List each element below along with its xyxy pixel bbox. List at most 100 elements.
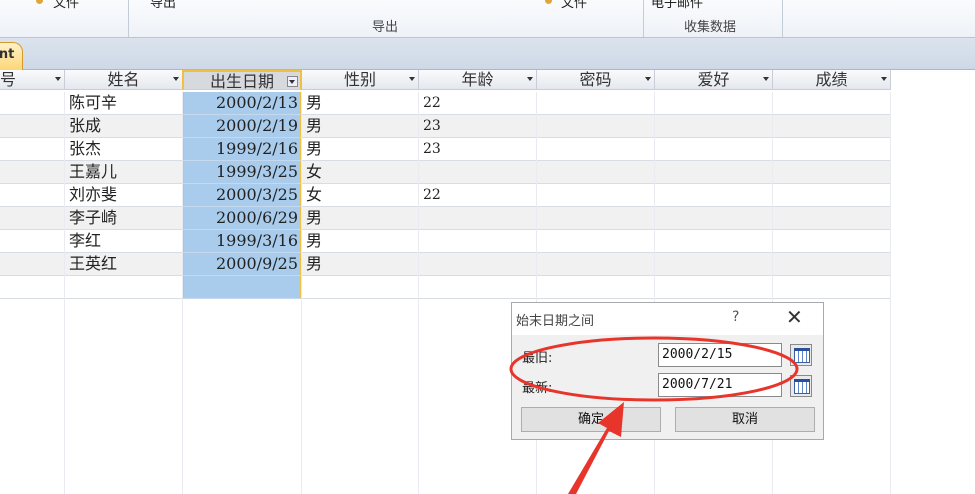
cell-score[interactable]	[773, 230, 891, 253]
cell-name[interactable]: 王英红	[65, 253, 183, 276]
chevron-down-icon[interactable]	[881, 77, 887, 81]
chevron-down-icon[interactable]	[173, 77, 179, 81]
column-header-name[interactable]: 姓名	[65, 70, 183, 90]
cell-id[interactable]	[0, 253, 65, 276]
cell-password[interactable]	[537, 253, 655, 276]
cell-password[interactable]	[537, 138, 655, 161]
cell-birthdate[interactable]	[182, 276, 302, 299]
cell-score[interactable]	[773, 92, 891, 115]
oldest-date-input[interactable]: 2000/2/15	[658, 343, 782, 367]
table-row[interactable]: 张杰 1999/2/16 男 23	[0, 138, 892, 161]
cell-hobby[interactable]	[655, 92, 773, 115]
cell-id[interactable]	[0, 92, 65, 115]
cell-age[interactable]: 22	[419, 184, 537, 207]
cell-id[interactable]	[0, 161, 65, 184]
cell-score[interactable]	[773, 207, 891, 230]
column-header-id[interactable]: 号	[0, 70, 65, 90]
cell-id[interactable]	[0, 207, 65, 230]
ok-button[interactable]: 确定	[521, 407, 661, 432]
cell-age[interactable]: 22	[419, 92, 537, 115]
table-row[interactable]: 李红 1999/3/16 男	[0, 230, 892, 253]
chevron-down-icon[interactable]	[527, 77, 533, 81]
close-icon[interactable]: ✕	[786, 306, 803, 328]
column-header-hobby[interactable]: 爱好	[655, 70, 773, 90]
chevron-down-icon[interactable]	[645, 77, 651, 81]
chevron-down-icon[interactable]	[409, 77, 415, 81]
cell-birthdate[interactable]: 1999/3/16	[182, 230, 302, 253]
cell-id[interactable]	[0, 230, 65, 253]
cell-id[interactable]	[0, 138, 65, 161]
chevron-down-icon[interactable]	[55, 77, 61, 81]
cell-age[interactable]	[419, 207, 537, 230]
cell-hobby[interactable]	[655, 207, 773, 230]
cell-name[interactable]: 刘亦斐	[65, 184, 183, 207]
cell-gender[interactable]: 男	[302, 253, 419, 276]
cell-birthdate[interactable]: 1999/2/16	[182, 138, 302, 161]
cell-password[interactable]	[537, 207, 655, 230]
cell-birthdate[interactable]: 2000/9/25	[182, 253, 302, 276]
cell-hobby[interactable]	[655, 115, 773, 138]
cell-hobby[interactable]	[655, 184, 773, 207]
table-row[interactable]: 张成 2000/2/19 男 23	[0, 115, 892, 138]
cell-password[interactable]	[537, 230, 655, 253]
table-row[interactable]: 陈可辛 2000/2/13 男 22	[0, 92, 892, 115]
cell-password[interactable]	[537, 92, 655, 115]
cell-hobby[interactable]	[655, 276, 773, 299]
cell-gender[interactable]: 男	[302, 138, 419, 161]
cell-hobby[interactable]	[655, 253, 773, 276]
cell-birthdate[interactable]: 1999/3/25	[182, 161, 302, 184]
cell-birthdate[interactable]: 2000/3/25	[182, 184, 302, 207]
cell-birthdate[interactable]: 2000/6/29	[182, 207, 302, 230]
cell-gender[interactable]: 男	[302, 92, 419, 115]
ribbon-email-item[interactable]: 电子邮件	[651, 0, 703, 11]
new-record-row[interactable]	[0, 276, 892, 299]
cell-age[interactable]	[419, 276, 537, 299]
dialog-title-bar[interactable]: 始末日期之间 ? ✕	[512, 303, 823, 335]
cell-password[interactable]	[537, 276, 655, 299]
cell-name[interactable]: 张成	[65, 115, 183, 138]
cell-gender[interactable]: 男	[302, 230, 419, 253]
cell-gender[interactable]	[302, 276, 419, 299]
cell-hobby[interactable]	[655, 161, 773, 184]
cell-name[interactable]	[65, 276, 183, 299]
cell-id[interactable]	[0, 115, 65, 138]
column-header-birthdate[interactable]: 出生日期	[182, 70, 302, 91]
cell-score[interactable]	[773, 276, 891, 299]
cell-score[interactable]	[773, 138, 891, 161]
cell-password[interactable]	[537, 184, 655, 207]
cell-name[interactable]: 张杰	[65, 138, 183, 161]
calendar-icon[interactable]	[790, 375, 812, 397]
ribbon-file-item-2[interactable]: 文件	[561, 0, 587, 11]
cell-birthdate[interactable]: 2000/2/13	[182, 92, 302, 115]
cell-gender[interactable]: 女	[302, 161, 419, 184]
cell-password[interactable]	[537, 161, 655, 184]
cell-gender[interactable]: 男	[302, 115, 419, 138]
column-header-gender[interactable]: 性别	[302, 70, 419, 90]
ribbon-file-item[interactable]: 文件	[53, 0, 79, 11]
cell-name[interactable]: 李红	[65, 230, 183, 253]
cell-hobby[interactable]	[655, 138, 773, 161]
cell-age[interactable]: 23	[419, 138, 537, 161]
cell-score[interactable]	[773, 161, 891, 184]
cell-score[interactable]	[773, 115, 891, 138]
cell-age[interactable]	[419, 253, 537, 276]
column-header-password[interactable]: 密码	[537, 70, 655, 90]
cell-id[interactable]	[0, 276, 65, 299]
calendar-icon[interactable]	[790, 344, 812, 366]
newest-date-input[interactable]: 2000/7/21	[658, 373, 782, 397]
cell-age[interactable]	[419, 230, 537, 253]
cell-age[interactable]: 23	[419, 115, 537, 138]
cancel-button[interactable]: 取消	[675, 407, 815, 432]
cell-gender[interactable]: 女	[302, 184, 419, 207]
column-header-score[interactable]: 成绩	[773, 70, 891, 90]
cell-birthdate[interactable]: 2000/2/19	[182, 115, 302, 138]
help-icon[interactable]: ?	[732, 309, 739, 325]
cell-password[interactable]	[537, 115, 655, 138]
table-row[interactable]: 刘亦斐 2000/3/25 女 22	[0, 184, 892, 207]
cell-name[interactable]: 李子崎	[65, 207, 183, 230]
cell-hobby[interactable]	[655, 230, 773, 253]
cell-score[interactable]	[773, 184, 891, 207]
table-row[interactable]: 王嘉儿 1999/3/25 女	[0, 161, 892, 184]
ribbon-export-item[interactable]: 导出	[150, 0, 176, 11]
table-row[interactable]: 王英红 2000/9/25 男	[0, 253, 892, 276]
